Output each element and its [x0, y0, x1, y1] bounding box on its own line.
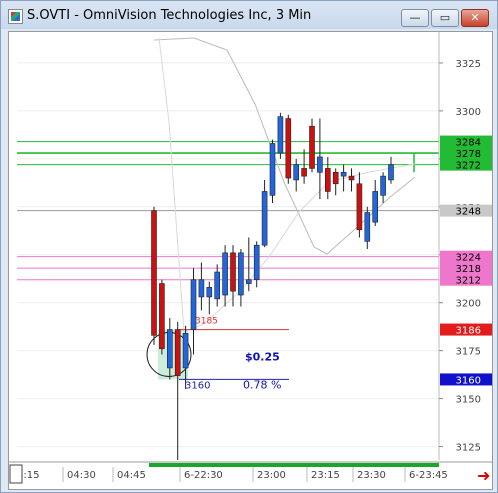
chart-area[interactable]: 31853160$0.250.78 % 31253150317532003225…: [8, 31, 493, 490]
candle-body: [293, 164, 300, 181]
candle-body: [238, 252, 244, 296]
maximize-icon: ▭: [439, 11, 451, 24]
minimize-button[interactable]: —: [401, 9, 429, 27]
title-bar[interactable]: S.OVTI - OmniVision Technologies Inc, 3 …: [1, 1, 497, 29]
arrow-right-icon: ➜: [477, 466, 490, 485]
candle-body: [380, 175, 386, 196]
candle-body: [190, 279, 197, 330]
candle-body: [206, 287, 213, 298]
candle-body: [261, 191, 268, 246]
maximize-button[interactable]: ▭: [431, 9, 459, 27]
candle-body: [372, 191, 379, 223]
candle-body: [230, 252, 236, 292]
price-tick-label: 3175: [456, 347, 481, 358]
candle-body: [159, 283, 165, 350]
window-title: S.OVTI - OmniVision Technologies Inc, 3 …: [27, 8, 312, 23]
price-tick-label: 3150: [456, 395, 481, 406]
app-icon: [8, 9, 23, 24]
candle-body: [348, 175, 355, 181]
time-tick-label: 23:00: [257, 470, 286, 481]
price-chart[interactable]: 31853160$0.250.78 % 31253150317532003225…: [9, 32, 492, 489]
change-percent: 0.78 %: [243, 378, 281, 391]
candle-body: [214, 271, 220, 300]
level-badge-label: 3278: [456, 149, 481, 160]
candle-body: [269, 143, 276, 196]
price-badge-label: 3160: [456, 375, 481, 386]
time-tick-label: 04:30: [67, 470, 96, 481]
candle-body: [253, 244, 260, 280]
time-axis: 4:15 04:30 04:45 6-22:30 23:00 23:15 23:30 6-23…: [9, 461, 492, 485]
candle-body: [364, 212, 371, 242]
session-bar: [149, 463, 439, 467]
time-tick-label: 23:15: [311, 470, 340, 481]
chart-window: S.OVTI - OmniVision Technologies Inc, 3 …: [0, 0, 498, 493]
level-badge-label: 3248: [456, 207, 481, 218]
minimize-icon: —: [409, 11, 421, 24]
price-axis: 312531503175320032253250327533003325: [438, 32, 481, 460]
time-tick-label: 6-22:30: [184, 470, 223, 481]
candle-body: [174, 329, 181, 376]
candle-body: [317, 156, 323, 173]
low-ref-label: 3160: [185, 380, 210, 391]
price-badge-label: 3186: [456, 326, 481, 337]
level-badge-label: 3218: [456, 264, 481, 275]
moving-average-line: [158, 37, 416, 333]
price-tick-label: 3200: [456, 299, 481, 310]
candle-body: [340, 171, 347, 177]
change-value: $0.25: [245, 350, 280, 363]
candle-body: [324, 168, 331, 192]
candle-body: [222, 252, 228, 296]
candle-body: [277, 116, 284, 154]
price-tick-label: 3300: [456, 107, 481, 118]
candle-body: [309, 125, 315, 169]
grid-layer: [17, 62, 439, 448]
level-badge-label: 3212: [456, 276, 481, 287]
level-badge-label: 3224: [456, 253, 481, 264]
candle-body: [285, 118, 292, 179]
time-tick-label: 6-23:45: [409, 470, 448, 481]
price-tick-label: 3325: [456, 59, 481, 70]
high-ref-label: 3185: [195, 317, 218, 327]
candle-body: [356, 183, 363, 231]
candle-body: [332, 171, 339, 185]
candle-body: [151, 210, 157, 336]
candle-body: [246, 279, 252, 284]
candle-body: [198, 279, 205, 298]
candle-body: [182, 333, 189, 369]
candle-body: [301, 168, 307, 177]
level-badge-label: 3272: [456, 161, 481, 172]
close-icon: ✕: [470, 11, 480, 24]
candle-body: [167, 329, 173, 369]
scroll-box: [9, 464, 23, 484]
candle-body: [388, 164, 394, 181]
time-tick-label: 23:30: [357, 470, 386, 481]
level-badge-label: 3284: [456, 138, 481, 149]
time-tick-label: 04:45: [117, 470, 146, 481]
price-tick-label: 3125: [456, 443, 481, 454]
close-button[interactable]: ✕: [461, 9, 489, 27]
